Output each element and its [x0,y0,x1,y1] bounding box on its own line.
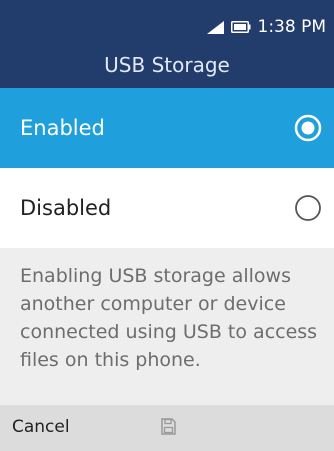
softkey-bar: Cancel [0,405,334,451]
status-bar: 1:38 PM [206,15,327,39]
radio-selected-icon[interactable] [294,114,322,142]
usb-storage-screen: 1:38 PM USB Storage Enabled Disabled Ena… [0,0,334,451]
radio-unselected-icon[interactable] [294,194,322,222]
page-title: USB Storage [104,53,230,77]
option-enabled-label: Enabled [20,116,105,140]
option-disabled[interactable]: Disabled [0,168,334,248]
description-text: Enabling USB storage allows another comp… [0,248,334,405]
battery-icon [230,21,251,33]
option-disabled-label: Disabled [20,196,112,220]
option-enabled[interactable]: Enabled [0,88,334,168]
status-time: 1:38 PM [257,17,327,37]
signal-icon [206,20,224,34]
save-icon[interactable] [161,418,176,435]
header: 1:38 PM USB Storage [0,0,334,88]
cancel-softkey[interactable]: Cancel [12,417,70,437]
